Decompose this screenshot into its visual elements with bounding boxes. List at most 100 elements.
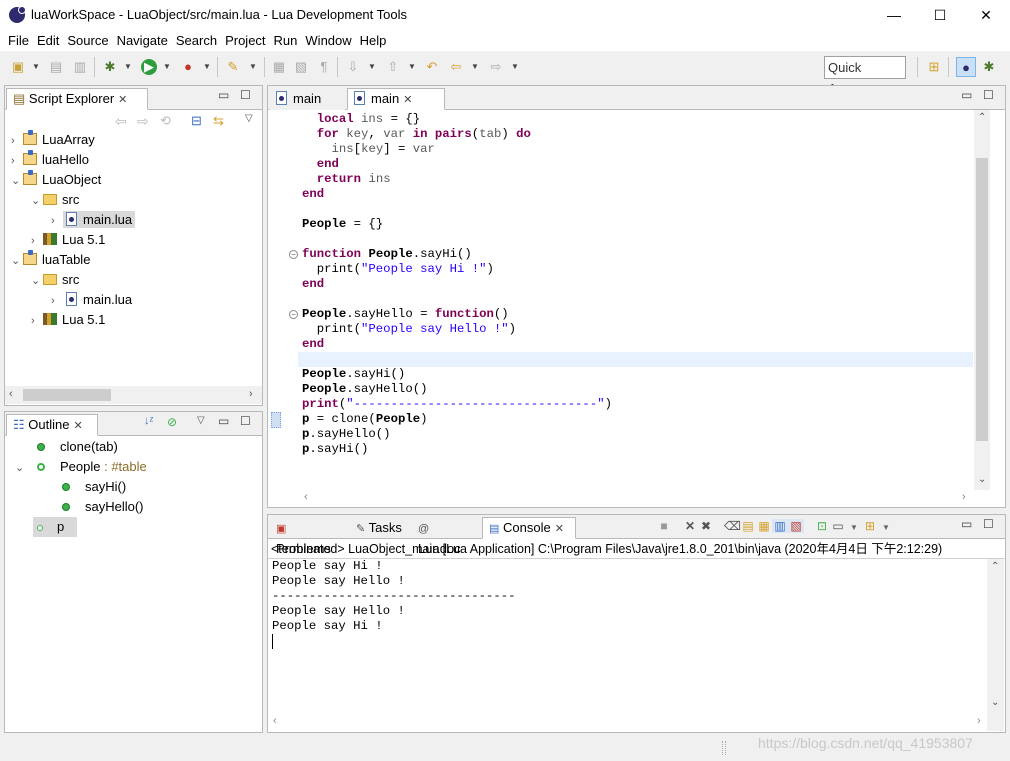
chevron-right-icon[interactable]: ›: [31, 311, 43, 331]
open-perspective-icon[interactable]: ⊞: [926, 59, 942, 75]
chevron-down-icon[interactable]: ⌄: [15, 458, 27, 478]
tab-outline[interactable]: ☷ Outline ✕: [6, 414, 98, 436]
run-dropdown-icon[interactable]: ▼: [163, 59, 171, 75]
link-editor-icon[interactable]: ⇆: [213, 113, 224, 129]
back-dropdown-icon[interactable]: ▼: [471, 59, 479, 75]
up-nav-icon[interactable]: ⟲: [160, 113, 171, 129]
tree-item-luaarray[interactable]: › LuaArray: [11, 130, 95, 150]
tree-item-luaobject[interactable]: ⌄ LuaObject: [11, 170, 101, 190]
minimize-button[interactable]: —: [871, 0, 917, 30]
minimize-view-icon[interactable]: ▭: [961, 88, 972, 102]
maximize-view-icon[interactable]: ☐: [983, 517, 994, 531]
display-console-icon[interactable]: ▭: [830, 519, 846, 533]
console-horizontal-scrollbar[interactable]: ‹ ›: [269, 715, 987, 731]
close-icon[interactable]: ✕: [555, 523, 564, 535]
view-menu-icon[interactable]: ▽: [197, 415, 205, 426]
tree-item-lua51[interactable]: › Lua 5.1: [31, 310, 105, 330]
tree-item-luahello[interactable]: › luaHello: [11, 150, 89, 170]
menu-run[interactable]: Run: [270, 30, 302, 51]
minimize-view-icon[interactable]: ▭: [961, 517, 972, 531]
tab-main-1[interactable]: main: [269, 88, 345, 110]
chevron-down-icon[interactable]: ⌄: [31, 191, 43, 211]
scroll-left-icon[interactable]: ‹: [304, 491, 308, 503]
toggle-mark-icon[interactable]: ▦: [271, 59, 287, 75]
prev-annotation-icon[interactable]: ⇧: [385, 59, 401, 75]
remove-launch-icon[interactable]: ✕: [682, 519, 698, 533]
lua-perspective-icon[interactable]: ●: [956, 57, 976, 77]
maximize-view-icon[interactable]: ☐: [240, 414, 251, 428]
maximize-view-icon[interactable]: ☐: [983, 88, 994, 102]
forward-nav-icon[interactable]: ⇨: [137, 113, 149, 130]
menu-project[interactable]: Project: [221, 30, 269, 51]
save-all-icon[interactable]: ▥: [72, 59, 88, 75]
external-tools-icon[interactable]: ●: [180, 59, 196, 75]
tab-main-2[interactable]: main ✕: [347, 88, 445, 110]
forward-dropdown-icon[interactable]: ▼: [511, 59, 519, 75]
maximize-button[interactable]: ☐: [917, 0, 963, 30]
outline-item-people[interactable]: ⌄ People : #table: [15, 457, 147, 477]
sort-icon[interactable]: ↓ᶻ: [144, 415, 153, 427]
chevron-down-icon[interactable]: ⌄: [31, 271, 43, 291]
scroll-up-icon[interactable]: ⌃: [978, 112, 986, 123]
wand-icon[interactable]: ✎: [225, 59, 241, 75]
chevron-right-icon[interactable]: ›: [31, 231, 43, 251]
pin-console-icon[interactable]: ⊡: [814, 519, 830, 533]
horizontal-scrollbar[interactable]: ‹ ›: [5, 386, 262, 404]
back-nav-icon[interactable]: ⇦: [115, 113, 127, 130]
maximize-view-icon[interactable]: ☐: [240, 88, 251, 102]
external-tools-dropdown-icon[interactable]: ▼: [203, 59, 211, 75]
close-icon[interactable]: ✕: [403, 94, 412, 106]
show-on-stderr-icon[interactable]: ▧: [788, 519, 804, 533]
scroll-left-icon[interactable]: ‹: [273, 715, 277, 727]
terminate-icon[interactable]: ■: [656, 519, 672, 533]
prev-annotation-dropdown-icon[interactable]: ▼: [408, 59, 416, 75]
fold-icon[interactable]: −: [289, 310, 298, 319]
outline-item-p[interactable]: p: [33, 517, 77, 537]
display-console-dropdown-icon[interactable]: ▼: [846, 523, 862, 532]
next-annotation-dropdown-icon[interactable]: ▼: [368, 59, 376, 75]
scrollbar-thumb[interactable]: [23, 389, 111, 401]
clear-console-icon[interactable]: ⌫: [724, 519, 741, 533]
chevron-right-icon[interactable]: ›: [51, 211, 63, 231]
console-output[interactable]: People say Hi ! People say Hello ! -----…: [269, 559, 987, 731]
remove-all-icon[interactable]: ✖: [698, 519, 714, 533]
scroll-down-icon[interactable]: ⌄: [991, 697, 999, 708]
open-console-dropdown-icon[interactable]: ▼: [878, 523, 894, 532]
menu-file[interactable]: File: [4, 30, 33, 51]
scroll-lock-icon[interactable]: ▤: [740, 519, 756, 533]
scroll-up-icon[interactable]: ⌃: [991, 561, 999, 572]
new-icon[interactable]: ▣: [10, 59, 26, 75]
outline-item-sayhello[interactable]: sayHello(): [62, 497, 144, 517]
new-dropdown-icon[interactable]: ▼: [32, 59, 40, 75]
collapse-all-icon[interactable]: ⊟: [191, 113, 202, 129]
scroll-right-icon[interactable]: ›: [249, 388, 253, 400]
quick-access-input[interactable]: Quick Access: [824, 56, 906, 96]
tree-item-src[interactable]: ⌄ src: [31, 190, 79, 210]
fold-icon[interactable]: −: [289, 250, 298, 259]
run-icon[interactable]: ▶: [141, 59, 157, 75]
close-icon[interactable]: ✕: [73, 420, 82, 432]
chevron-right-icon[interactable]: ›: [51, 291, 63, 311]
wand-dropdown-icon[interactable]: ▼: [249, 59, 257, 75]
tree-item-luatable[interactable]: ⌄ luaTable: [11, 250, 90, 270]
next-annotation-icon[interactable]: ⇩: [345, 59, 361, 75]
save-icon[interactable]: ▤: [48, 59, 64, 75]
last-edit-icon[interactable]: ↶: [424, 59, 440, 75]
scroll-right-icon[interactable]: ›: [977, 715, 981, 727]
outline-item-clone[interactable]: clone(tab): [37, 437, 118, 457]
debug-perspective-icon[interactable]: ✱: [981, 59, 997, 75]
tab-luadoc[interactable]: @ Luadoc: [411, 517, 481, 556]
minimize-view-icon[interactable]: ▭: [218, 414, 229, 428]
tab-problems[interactable]: ▣ Problems: [269, 517, 349, 556]
tab-script-explorer[interactable]: ▤ Script Explorer ✕: [6, 88, 148, 110]
menu-help[interactable]: Help: [356, 30, 391, 51]
scroll-down-icon[interactable]: ⌄: [978, 474, 986, 485]
view-menu-icon[interactable]: ▽: [245, 113, 253, 124]
menu-source[interactable]: Source: [63, 30, 112, 51]
scrollbar-thumb[interactable]: [976, 158, 988, 441]
hide-fields-icon[interactable]: ⊘: [167, 415, 177, 429]
open-console-icon[interactable]: ⊞: [862, 519, 878, 533]
menu-window[interactable]: Window: [301, 30, 355, 51]
menu-search[interactable]: Search: [172, 30, 221, 51]
back-icon[interactable]: ⇦: [448, 59, 464, 75]
